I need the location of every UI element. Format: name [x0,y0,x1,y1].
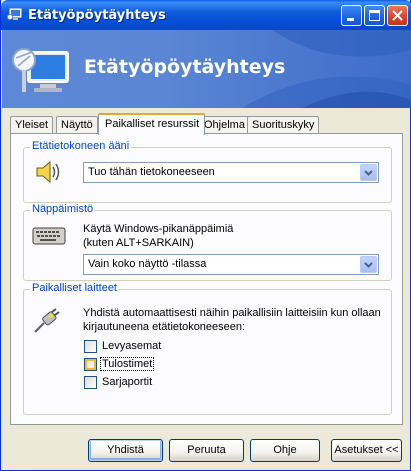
remote-sound-select-value: Tuo tähän tietokoneeseen [88,166,215,178]
plug-icon [34,308,60,333]
chevron-down-icon [364,262,373,268]
remote-desktop-app-icon [7,8,22,20]
disk-drives-checkbox[interactable] [84,340,97,353]
tab-panel-local-resources: Etätietokoneen ääni Tuo tähän tietokonee… [10,133,403,425]
help-button[interactable]: Ohje [250,439,320,462]
maximize-button[interactable] [364,5,385,26]
remote-desktop-logo-icon [12,48,69,92]
cancel-button-label: Peruuta [187,444,226,456]
local-devices-group: Paikalliset laitteet Yhdistä automaattis… [23,282,392,415]
keyboard-group-title: Näppäimistö [30,203,96,215]
options-button[interactable]: Asetukset << [331,439,402,462]
minimize-icon [347,18,354,21]
printers-label[interactable]: Tulostimet [99,357,155,371]
cancel-button[interactable]: Peruuta [169,439,244,462]
remote-sound-group: Etätietokoneen ääni Tuo tähän tietokonee… [23,140,392,203]
tab-general[interactable]: Yleiset [10,116,54,134]
chevron-down-icon [364,170,373,176]
connect-button[interactable]: Yhdistä [88,439,163,462]
window-title: Etätyöpöytäyhteys [28,8,166,23]
speaker-icon [36,160,60,184]
tab-programs[interactable]: Ohjelma [199,116,250,134]
keyboard-select-value: Vain koko näyttö -tilassa [88,258,207,270]
keyboard-select[interactable]: Vain koko näyttö -tilassa [83,254,379,275]
dialog-banner: Etätyöpöytäyhteys [2,30,411,108]
remote-sound-dropdown-button[interactable] [360,164,377,181]
minimize-button[interactable] [341,5,362,26]
tab-display[interactable]: Näyttö [56,116,98,134]
close-icon [392,10,403,21]
keyboard-dropdown-button[interactable] [360,256,377,273]
keyboard-icon [32,227,66,245]
title-bar[interactable]: Etätyöpöytäyhteys [1,0,411,30]
serial-ports-checkbox[interactable] [84,376,97,389]
tab-experience[interactable]: Suorituskyky [247,116,320,134]
banner-title: Etätyöpöytäyhteys [84,56,286,78]
serial-ports-label[interactable]: Sarjaportit [102,376,152,388]
help-button-label: Ohje [273,444,297,456]
maximize-icon [369,10,380,21]
tab-local-resources[interactable]: Paikalliset resurssit [98,113,206,135]
local-devices-group-title: Paikalliset laitteet [30,282,119,294]
printers-checkbox[interactable] [84,358,97,371]
remote-sound-group-title: Etätietokoneen ääni [30,140,132,152]
local-devices-description-line1: Yhdistä automaattisesti näihin paikallis… [83,307,381,319]
options-button-label: Asetukset << [334,444,399,456]
local-devices-description-line2: kirjautuneena etätietokoneeseen: [83,321,246,333]
remote-sound-select[interactable]: Tuo tähän tietokoneeseen [83,162,379,183]
close-button[interactable] [387,5,408,26]
connect-button-label: Yhdistä [107,444,144,456]
disk-drives-label[interactable]: Levyasemat [102,340,161,352]
keyboard-group: Näppäimistö Käytä Windows-pikanäppäimiä … [23,203,392,281]
keyboard-description-line1: Käytä Windows-pikanäppäimiä [83,223,234,235]
keyboard-description-line2: (kuten ALT+SARKAIN) [83,237,194,249]
dialog-window: Etätyöpöytäyhteys Etätyöpöytäyhteys Ylei… [0,0,411,471]
